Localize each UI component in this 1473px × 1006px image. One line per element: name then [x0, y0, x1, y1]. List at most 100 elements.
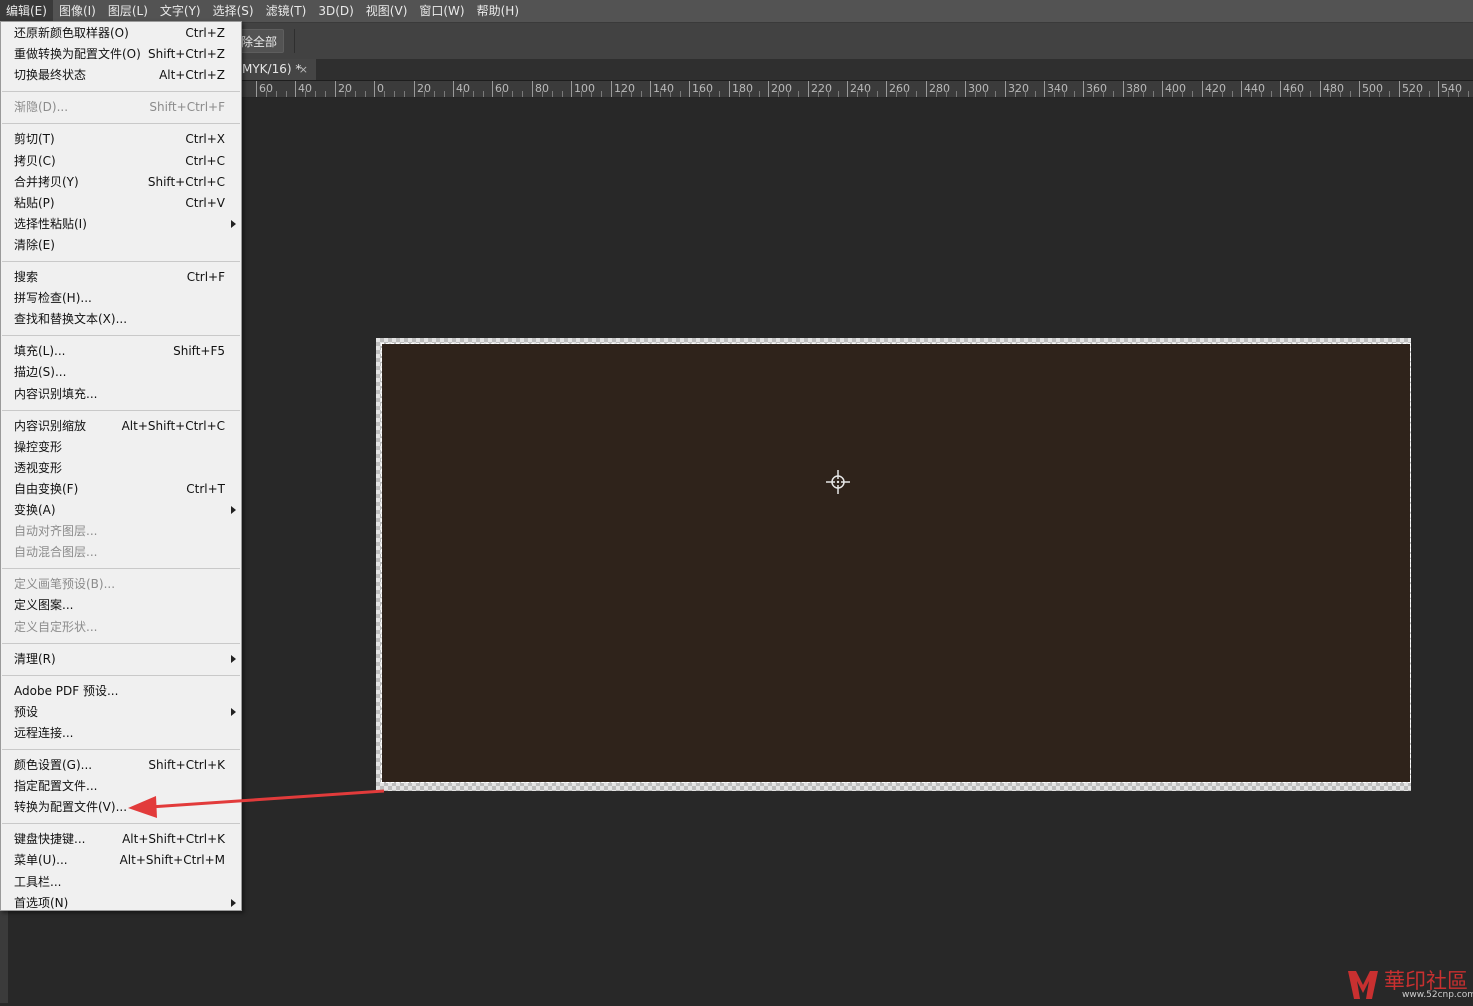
menu-edit[interactable]: 编辑(E)	[0, 0, 53, 22]
menu-item[interactable]: 粘贴(P) Ctrl+V	[1, 193, 241, 214]
ruler-minor-tick	[798, 91, 799, 97]
ruler-minor-tick	[759, 91, 760, 97]
menu-help[interactable]: 帮助(H)	[471, 0, 525, 22]
ruler-minor-tick	[444, 91, 445, 97]
menu-item[interactable]: 切换最终状态 Alt+Ctrl+Z	[1, 65, 241, 86]
menu-item[interactable]: 合并拷贝(Y) Shift+Ctrl+C	[1, 172, 241, 193]
menu-item[interactable]: 自由变换(F) Ctrl+T	[1, 479, 241, 500]
ruler-tick	[768, 81, 769, 97]
ruler-minor-tick	[522, 91, 523, 97]
menu-item-shortcut: Ctrl+T	[186, 481, 225, 496]
menu-separator	[2, 335, 240, 337]
close-icon[interactable]: ×	[299, 59, 308, 80]
ruler-minor-tick	[1369, 91, 1370, 97]
menu-select[interactable]: 选择(S)	[207, 0, 260, 22]
ruler-tick	[295, 81, 296, 97]
menu-window[interactable]: 窗口(W)	[413, 0, 470, 22]
menu-item[interactable]: 拷贝(C) Ctrl+C	[1, 151, 241, 172]
menu-item[interactable]: 拼写检查(H)...	[1, 288, 241, 309]
ruler-minor-tick	[1015, 91, 1016, 97]
ruler-minor-tick	[1350, 91, 1351, 97]
ruler-minor-tick	[502, 91, 503, 97]
menu-item[interactable]: 内容识别缩放 Alt+Shift+Ctrl+C	[1, 416, 241, 437]
menubar: 编辑(E) 图像(I) 图层(L) 文字(Y) 选择(S) 滤镜(T) 3D(D…	[0, 0, 1473, 23]
menu-item[interactable]: 剪切(T) Ctrl+X	[1, 129, 241, 150]
menu-item-label: 选择性粘贴(I)	[14, 216, 87, 231]
menu-item[interactable]: 操控变形	[1, 437, 241, 458]
ruler-tick	[926, 81, 927, 97]
ruler-minor-tick	[1212, 91, 1213, 97]
menu-item[interactable]: 转换为配置文件(V)...	[1, 797, 241, 818]
menu-3d[interactable]: 3D(D)	[312, 0, 359, 22]
ruler-label: 0	[377, 82, 384, 95]
menu-item-shortcut: Shift+Ctrl+F	[149, 100, 225, 115]
menu-item[interactable]: 查找和替换文本(X)...	[1, 309, 241, 330]
menu-item[interactable]: 首选项(N)	[1, 893, 241, 914]
menu-image[interactable]: 图像(I)	[53, 0, 102, 22]
canvas-document[interactable]	[381, 343, 1411, 783]
menu-item[interactable]: 搜索 Ctrl+F	[1, 267, 241, 288]
ruler-tick	[571, 81, 572, 97]
menu-item-shortcut: Shift+Ctrl+K	[148, 758, 225, 772]
menu-item[interactable]: 定义图案...	[1, 595, 241, 616]
menu-filter[interactable]: 滤镜(T)	[260, 0, 313, 22]
ruler-minor-tick	[266, 91, 267, 97]
ruler-minor-tick	[512, 91, 513, 97]
menu-item[interactable]: 重做转换为配置文件(O) Shift+Ctrl+Z	[1, 44, 241, 65]
ruler-tick	[729, 81, 730, 97]
ruler-minor-tick	[562, 91, 563, 97]
ruler-tick	[335, 81, 336, 97]
ruler-minor-tick	[345, 91, 346, 97]
menu-type[interactable]: 文字(Y)	[154, 0, 207, 22]
ruler-minor-tick	[877, 91, 878, 97]
menu-item[interactable]: 变换(A)	[1, 500, 241, 521]
submenu-arrow-icon	[231, 219, 236, 228]
menu-item-label: 透视变形	[14, 460, 63, 475]
menu-item[interactable]: 键盘快捷键... Alt+Shift+Ctrl+K	[1, 829, 241, 850]
submenu-arrow-icon	[231, 707, 236, 716]
ruler-minor-tick	[975, 91, 976, 97]
options-button[interactable]: 除全部	[238, 29, 284, 53]
menu-item[interactable]: 还原新颜色取样器(O) Ctrl+Z	[1, 23, 241, 44]
menu-view[interactable]: 视图(V)	[360, 0, 414, 22]
ruler-minor-tick	[1379, 91, 1380, 97]
ruler-tick	[374, 81, 375, 97]
menu-item[interactable]: Adobe PDF 预设...	[1, 681, 241, 702]
menu-item[interactable]: 清除(E)	[1, 235, 241, 256]
menu-item[interactable]: 菜单(U)... Alt+Shift+Ctrl+M	[1, 850, 241, 871]
menu-layer[interactable]: 图层(L)	[102, 0, 154, 22]
menu-item[interactable]: 透视变形	[1, 458, 241, 479]
ruler-minor-tick	[1290, 91, 1291, 97]
menu-item[interactable]: 工具栏...	[1, 872, 241, 893]
menu-item-label: 剪切(T)	[14, 132, 55, 147]
menu-item-shortcut: Shift+Ctrl+Z	[148, 47, 225, 62]
menu-item[interactable]: 内容识别填充...	[1, 384, 241, 405]
menu-item-label: 菜单(U)...	[14, 853, 68, 868]
menu-item[interactable]: 填充(L)... Shift+F5	[1, 341, 241, 362]
menu-item-label: 清理(R)	[14, 651, 56, 666]
menu-separator	[2, 91, 240, 93]
ruler-minor-tick	[896, 91, 897, 97]
menu-item[interactable]: 清理(R)	[1, 649, 241, 670]
menu-item[interactable]: 预设	[1, 702, 241, 723]
ruler-minor-tick	[1025, 91, 1026, 97]
menu-item-label: Adobe PDF 预设...	[14, 683, 119, 698]
menu-item[interactable]: 选择性粘贴(I)	[1, 214, 241, 235]
menu-item[interactable]: 描边(S)...	[1, 362, 241, 383]
ruler-minor-tick	[1429, 91, 1430, 97]
ruler-minor-tick	[1232, 91, 1233, 97]
menu-item[interactable]: 指定配置文件...	[1, 776, 241, 797]
menu-item[interactable]: 远程连接...	[1, 723, 241, 744]
ruler-minor-tick	[394, 91, 395, 97]
menu-item-label: 内容识别填充...	[14, 386, 98, 401]
menu-item-shortcut: Alt+Shift+Ctrl+K	[122, 832, 225, 847]
menu-item-shortcut: Ctrl+F	[186, 270, 225, 284]
menu-item-label: 定义图案...	[14, 598, 74, 613]
menu-item-label: 自动混合图层...	[14, 545, 98, 560]
ruler-minor-tick	[1448, 91, 1449, 97]
document-tab[interactable]: MYK/16) * ×	[238, 59, 316, 80]
ruler-minor-tick	[1261, 91, 1262, 97]
menu-item-shortcut: Ctrl+V	[185, 195, 225, 210]
menu-item[interactable]: 颜色设置(G)... Shift+Ctrl+K	[1, 755, 241, 776]
ruler-minor-tick	[1113, 91, 1114, 97]
